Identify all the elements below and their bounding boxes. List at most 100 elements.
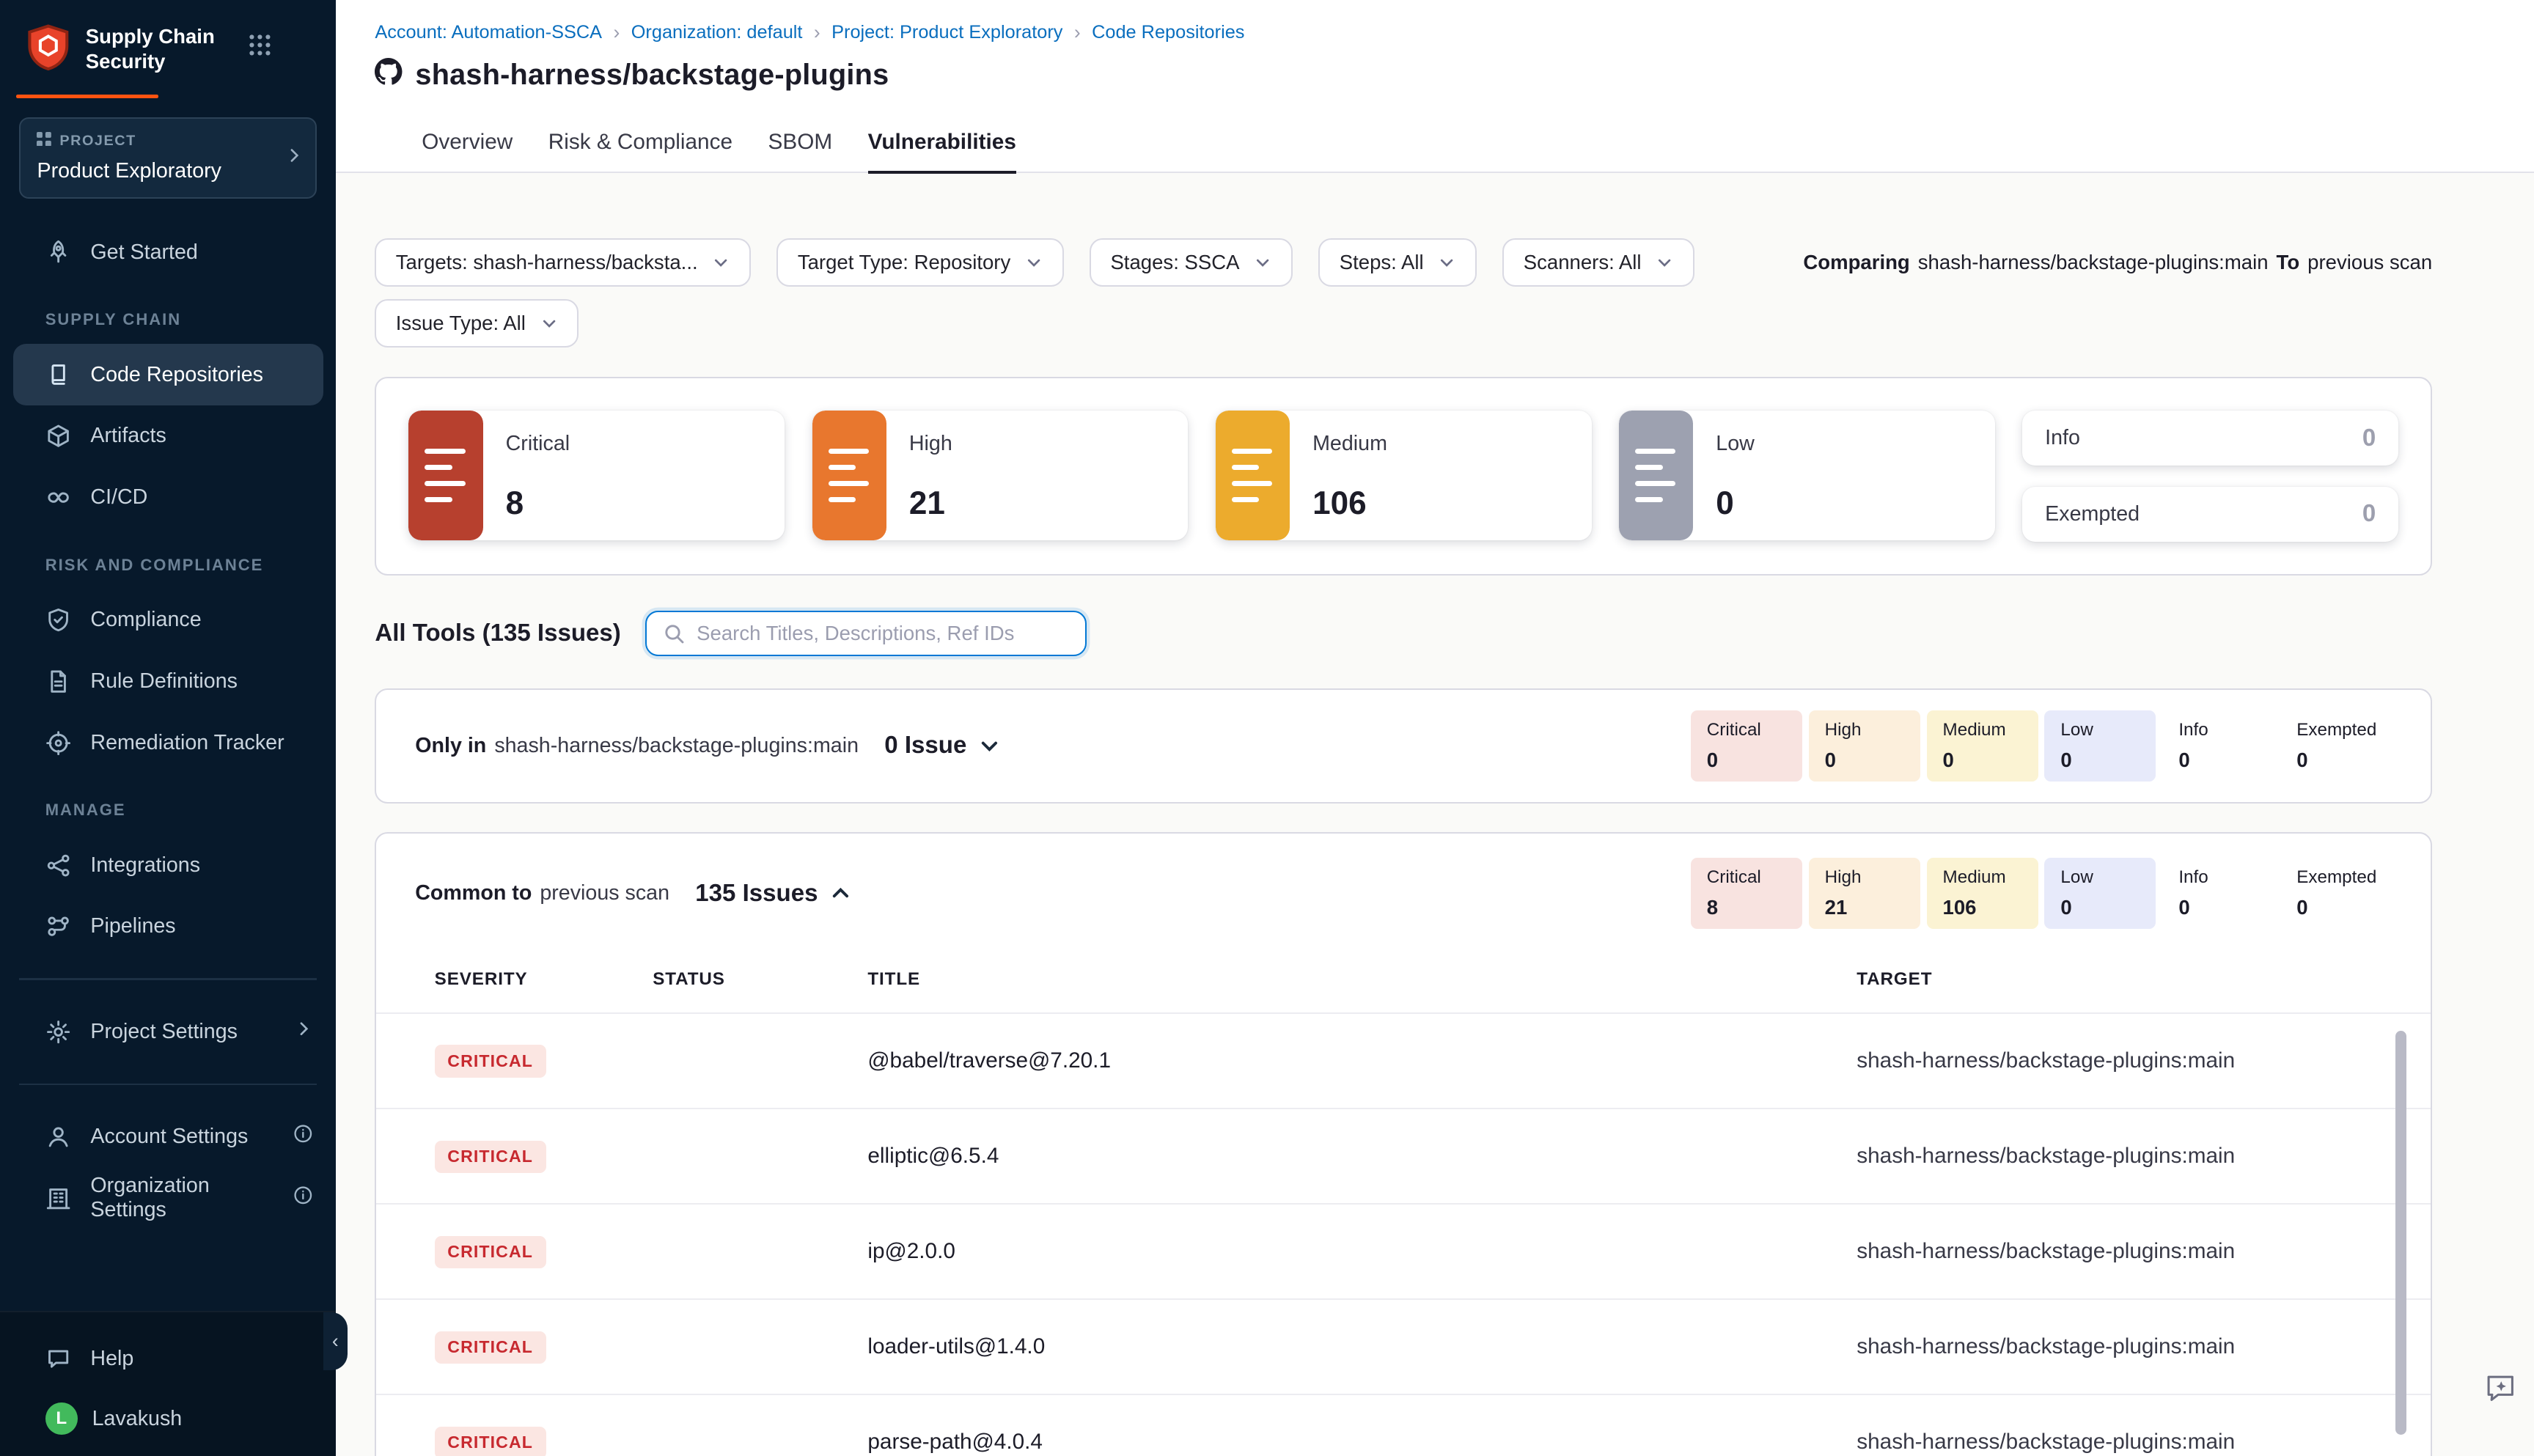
- high-severity-icon: [812, 411, 886, 540]
- table-header: SEVERITY STATUS TITLE TARGET: [376, 953, 2431, 1012]
- column-title: TITLE: [867, 969, 1857, 990]
- chevron-left-icon: ‹: [332, 1330, 339, 1353]
- table-row[interactable]: CRITICAL elliptic@6.5.4 shash-harness/ba…: [376, 1108, 2431, 1203]
- issue-title: parse-path@4.0.4: [867, 1430, 1857, 1455]
- search-input[interactable]: [697, 622, 1068, 645]
- info-circle-icon: [293, 1185, 314, 1212]
- issue-target: shash-harness/backstage-plugins:main: [1857, 1048, 2392, 1073]
- sidebar-item-rule-definitions[interactable]: Rule Definitions: [0, 651, 336, 713]
- project-name: Product Exploratory: [37, 159, 279, 183]
- breadcrumb-account[interactable]: Account: Automation-SSCA: [375, 22, 602, 43]
- chip-critical: Critical8: [1691, 858, 1802, 929]
- breadcrumb-project[interactable]: Project: Product Exploratory: [831, 22, 1062, 43]
- cube-icon: [45, 423, 71, 449]
- sidebar-item-account-settings[interactable]: Account Settings: [0, 1106, 336, 1168]
- document-icon: [45, 669, 71, 694]
- only-in-issues-toggle[interactable]: 0 Issue: [884, 732, 1000, 760]
- table-row[interactable]: CRITICAL ip@2.0.0 shash-harness/backstag…: [376, 1203, 2431, 1298]
- repository-icon: [45, 361, 71, 387]
- side-stats: Info0 Exempted0: [2022, 411, 2398, 542]
- chevron-down-icon: [1438, 254, 1455, 271]
- app-grid-icon[interactable]: [249, 34, 271, 62]
- sidebar-item-get-started[interactable]: Get Started: [0, 221, 336, 283]
- sidebar-item-compliance[interactable]: Compliance: [0, 589, 336, 651]
- severity-card-medium: Medium106: [1216, 411, 1592, 540]
- issue-target: shash-harness/backstage-plugins:main: [1857, 1334, 2392, 1359]
- only-in-panel[interactable]: Only in shash-harness/backstage-plugins:…: [375, 688, 2432, 803]
- chevron-down-icon: [1025, 254, 1043, 271]
- issue-title: ip@2.0.0: [867, 1239, 1857, 1264]
- severity-badge: CRITICAL: [435, 1236, 546, 1269]
- common-issues-header[interactable]: Common to previous scan 135 Issues Criti…: [376, 834, 2431, 953]
- building-icon: [45, 1185, 71, 1211]
- logo-accent-bar: [16, 95, 158, 98]
- critical-severity-icon: [408, 411, 482, 540]
- breadcrumb-organization[interactable]: Organization: default: [631, 22, 803, 43]
- chip-medium: Medium0: [1927, 710, 2038, 782]
- issue-type-filter-dropdown[interactable]: Issue Type: All: [375, 299, 579, 348]
- severity-summary-panel: Critical8 High21 Medium106 Low0 Info0 Ex…: [375, 377, 2432, 576]
- column-target: TARGET: [1857, 969, 2392, 990]
- sidebar-item-pipelines[interactable]: Pipelines: [0, 896, 336, 957]
- chip-critical: Critical0: [1691, 710, 1802, 782]
- app-logo-shield-icon: [26, 24, 71, 78]
- compare-with-selector[interactable]: previous scan: [2307, 251, 2432, 274]
- sidebar-item-remediation-tracker[interactable]: Remediation Tracker: [0, 712, 336, 773]
- common-issues-toggle[interactable]: 135 Issues: [695, 880, 851, 908]
- user-profile[interactable]: L Lavakush: [0, 1390, 336, 1435]
- sidebar-collapse-handle[interactable]: ‹: [323, 1312, 348, 1370]
- issue-title: @babel/traverse@7.20.1: [867, 1048, 1857, 1073]
- table-row[interactable]: CRITICAL parse-path@4.0.4 shash-harness/…: [376, 1394, 2431, 1456]
- table-row[interactable]: CRITICAL loader-utils@1.4.0 shash-harnes…: [376, 1298, 2431, 1394]
- chip-high: High0: [1809, 710, 1920, 782]
- project-selector[interactable]: PROJECT Product Exploratory: [19, 117, 317, 199]
- table-scrollbar[interactable]: [2395, 1031, 2406, 1435]
- sidebar-item-help[interactable]: Help: [0, 1328, 336, 1390]
- shield-check-icon: [45, 607, 71, 633]
- all-tools-heading: All Tools (135 Issues): [375, 619, 620, 647]
- steps-filter-dropdown[interactable]: Steps: All: [1318, 238, 1477, 287]
- chevron-down-icon: [1254, 254, 1271, 271]
- target-type-filter-dropdown[interactable]: Target Type: Repository: [776, 238, 1063, 287]
- stages-filter-dropdown[interactable]: Stages: SSCA: [1090, 238, 1293, 287]
- issue-target: shash-harness/backstage-plugins:main: [1857, 1144, 2392, 1169]
- tab-risk-compliance[interactable]: Risk & Compliance: [548, 110, 732, 173]
- sidebar-item-organization-settings[interactable]: Organization Settings: [0, 1167, 336, 1229]
- column-status: STATUS: [653, 969, 867, 990]
- chip-info: Info0: [2162, 710, 2274, 782]
- chip-medium: Medium106: [1927, 858, 2038, 929]
- issue-title: elliptic@6.5.4: [867, 1144, 1857, 1169]
- issue-title: loader-utils@1.4.0: [867, 1334, 1857, 1359]
- breadcrumb-separator-icon: ›: [613, 21, 620, 44]
- chat-bubble-icon: [45, 1346, 71, 1372]
- search-box: [645, 611, 1087, 656]
- project-grid-icon: [37, 132, 51, 151]
- user-name: Lavakush: [92, 1407, 183, 1431]
- severity-card-high: High21: [812, 411, 1189, 540]
- vulnerabilities-content: Targets: shash-harness/backsta... Target…: [336, 173, 2534, 1455]
- targets-filter-dropdown[interactable]: Targets: shash-harness/backsta...: [375, 238, 751, 287]
- pipeline-icon: [45, 913, 71, 939]
- issue-target: shash-harness/backstage-plugins:main: [1857, 1430, 2392, 1455]
- page-title: shash-harness/backstage-plugins: [415, 59, 889, 92]
- tab-overview[interactable]: Overview: [422, 110, 513, 173]
- chevron-down-icon: [712, 254, 730, 271]
- comparing-text: Comparing shash-harness/backstage-plugin…: [1803, 251, 2432, 274]
- project-label-row: PROJECT: [37, 132, 279, 151]
- tab-vulnerabilities[interactable]: Vulnerabilities: [868, 110, 1016, 173]
- breadcrumb-code-repositories[interactable]: Code Repositories: [1092, 22, 1244, 43]
- sidebar-item-cicd[interactable]: CI/CD: [0, 467, 336, 529]
- tab-sbom[interactable]: SBOM: [768, 110, 833, 173]
- sidebar-item-integrations[interactable]: Integrations: [0, 834, 336, 896]
- filter-row-1: Targets: shash-harness/backsta... Target…: [375, 238, 2432, 287]
- assistant-chat-icon[interactable]: [2483, 1370, 2518, 1412]
- sidebar-item-project-settings[interactable]: Project Settings: [0, 1001, 336, 1062]
- search-icon: [663, 622, 686, 645]
- section-label-manage: MANAGE: [0, 773, 336, 834]
- sidebar-item-artifacts[interactable]: Artifacts: [0, 405, 336, 467]
- sidebar-item-code-repositories[interactable]: Code Repositories: [13, 344, 323, 405]
- table-row[interactable]: CRITICAL @babel/traverse@7.20.1 shash-ha…: [376, 1012, 2431, 1108]
- breadcrumb: Account: Automation-SSCA › Organization:…: [375, 21, 2495, 44]
- scanners-filter-dropdown[interactable]: Scanners: All: [1502, 238, 1694, 287]
- chevron-right-icon: [284, 145, 304, 170]
